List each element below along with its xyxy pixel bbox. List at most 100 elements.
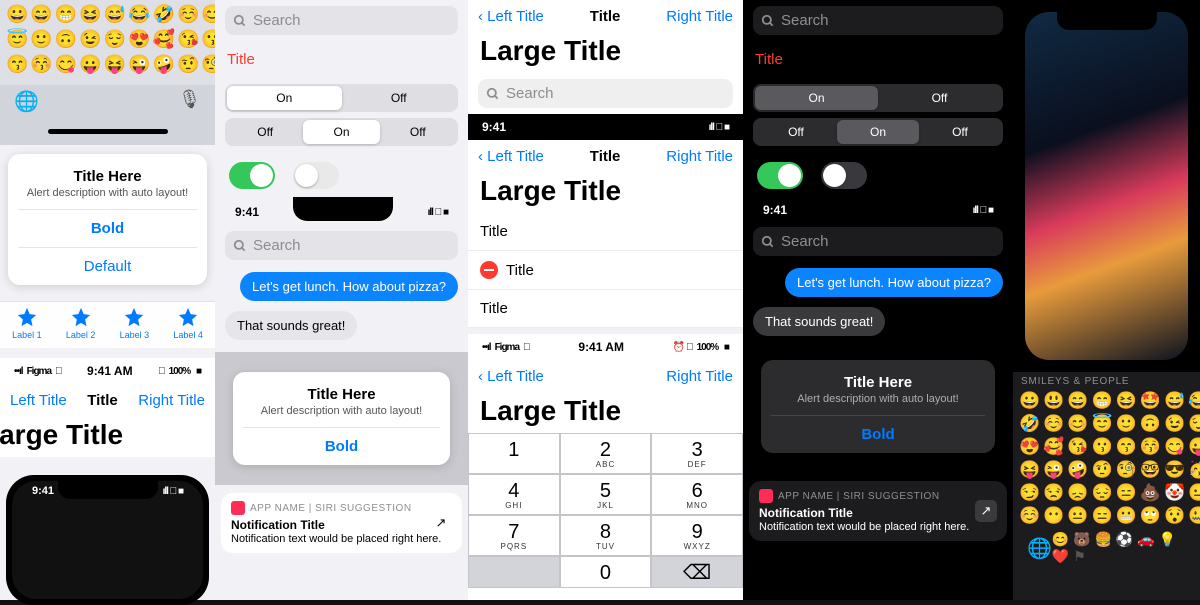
nav-left[interactable]: ‹ Left Title (478, 8, 544, 25)
emoji[interactable]: 🙄 (1140, 506, 1161, 526)
nav-right[interactable]: Right Title (138, 392, 205, 409)
emoji[interactable]: 🤨 (177, 54, 199, 75)
emoji[interactable]: 😜 (1043, 460, 1064, 480)
key-backspace[interactable]: ⌫ (651, 556, 743, 588)
emoji[interactable]: 🤣 (153, 4, 175, 25)
emoji[interactable]: 🙃 (55, 29, 77, 50)
alert-bold-button[interactable]: Bold (18, 209, 197, 247)
segment-on[interactable]: On (755, 86, 878, 110)
tab-4[interactable]: Label 4 (173, 306, 203, 340)
emoji[interactable]: 🤡 (1164, 483, 1185, 503)
emoji[interactable]: 😍 (128, 29, 150, 50)
alert-bold-button[interactable]: Bold (243, 427, 440, 465)
mic-icon[interactable]: 🎙︎ (178, 89, 201, 110)
message-outgoing-dark[interactable]: Let's get lunch. How about pizza? (785, 268, 1003, 297)
nav-left[interactable]: ‹ Left Title (478, 368, 544, 385)
emoji[interactable]: 😉 (79, 29, 101, 50)
emoji[interactable]: 😌 (1188, 414, 1200, 434)
toggle-on[interactable] (229, 162, 275, 189)
key-3[interactable]: 3DEF (651, 433, 743, 474)
search-field[interactable]: Search (225, 6, 458, 35)
emoji[interactable]: 😙 (6, 54, 28, 75)
segment-a[interactable]: Off (755, 120, 837, 144)
emoji[interactable]: 😚 (30, 54, 52, 75)
message-incoming-dark[interactable]: That sounds great! (753, 307, 885, 336)
emoji[interactable]: 😇 (1092, 414, 1113, 434)
segment-off[interactable]: Off (342, 86, 457, 110)
emoji[interactable]: 😙 (1116, 437, 1137, 457)
key-8[interactable]: 8TUV (560, 515, 652, 556)
key-4[interactable]: 4GHI (468, 474, 560, 515)
emoji[interactable]: 😊 (1067, 414, 1088, 434)
segment-off[interactable]: Off (878, 86, 1001, 110)
emoji[interactable]: 😚 (1140, 437, 1161, 457)
emoji[interactable]: 🤣 (1019, 414, 1040, 434)
notification-dark[interactable]: APP NAME | SIRI SUGGESTION Notification … (749, 481, 1007, 541)
emoji[interactable]: ☺️ (1043, 414, 1064, 434)
emoji[interactable]: 😐 (1067, 506, 1088, 526)
emoji[interactable]: 😬 (1116, 506, 1137, 526)
open-icon[interactable]: ↗ (430, 512, 452, 534)
emoji[interactable]: ☺️ (1019, 506, 1040, 526)
toggle-on[interactable] (757, 162, 803, 189)
segment-on[interactable]: On (227, 86, 342, 110)
emoji[interactable]: 😛 (79, 54, 101, 75)
emoji-grid-light[interactable]: 😀😄😁😆😅😂🤣☺️😊😇🙂🙃😉😌😍🥰😘😗😙😚😋😛😝😜🤪🤨🧐 (0, 0, 215, 85)
emoji[interactable]: 😐 (1188, 483, 1200, 503)
emoji[interactable]: 😂 (128, 4, 150, 25)
emoji[interactable]: 😆 (1116, 391, 1137, 411)
alert-bold-button[interactable]: Bold (771, 415, 985, 453)
key-6[interactable]: 6MNO (651, 474, 743, 515)
key-9[interactable]: 9WXYZ (651, 515, 743, 556)
emoji[interactable]: 😀 (1019, 391, 1040, 411)
segment-c[interactable]: Off (919, 120, 1001, 144)
key-5[interactable]: 5JKL (560, 474, 652, 515)
emoji[interactable]: 😶 (1043, 506, 1064, 526)
key-0[interactable]: 0 (560, 556, 652, 588)
emoji[interactable]: 🙂 (1116, 414, 1137, 434)
tab-2[interactable]: Label 2 (66, 306, 96, 340)
nav-left[interactable]: ‹ Left Title (478, 148, 544, 165)
category-icons[interactable]: 😊 🐻 🍔 ⚽ 🚗 💡 ❤️ ⚑ (1052, 531, 1186, 565)
segment-b[interactable]: On (303, 120, 379, 144)
emoji[interactable]: 🤪 (153, 54, 175, 75)
segmented-3-light[interactable]: Off On Off (225, 118, 458, 146)
emoji[interactable]: 😍 (1019, 437, 1040, 457)
key-7[interactable]: 7PQRS (468, 515, 560, 556)
search-field-3[interactable]: Search (478, 79, 733, 108)
emoji[interactable]: ☺️ (177, 4, 199, 25)
emoji[interactable]: 🥰 (153, 29, 175, 50)
emoji[interactable]: 🙂 (30, 29, 52, 50)
emoji[interactable]: 😀 (6, 4, 28, 25)
list-row-3[interactable]: Title (468, 290, 743, 328)
emoji[interactable]: 😛 (1188, 437, 1200, 457)
emoji[interactable]: 😁 (55, 4, 77, 25)
emoji[interactable]: 🤪 (1067, 460, 1088, 480)
emoji[interactable]: 😒 (1043, 483, 1064, 503)
home-indicator[interactable] (48, 129, 168, 134)
emoji[interactable]: 😅 (104, 4, 126, 25)
emoji[interactable]: 😋 (55, 54, 77, 75)
toggle-off[interactable] (293, 162, 339, 189)
toggle-off[interactable] (821, 162, 867, 189)
emoji[interactable]: 😔 (1092, 483, 1113, 503)
emoji[interactable]: 😏 (1019, 483, 1040, 503)
list-row-1[interactable]: Title (468, 213, 743, 251)
emoji[interactable]: 😂 (1188, 391, 1200, 411)
emoji[interactable]: 🤓 (1140, 460, 1161, 480)
delete-icon[interactable] (480, 261, 498, 279)
notification-light[interactable]: APP NAME | SIRI SUGGESTION Notification … (221, 493, 462, 553)
emoji[interactable]: 😉 (1164, 414, 1185, 434)
segment-c[interactable]: Off (380, 120, 456, 144)
emoji[interactable]: 😜 (128, 54, 150, 75)
search-field-dark[interactable]: Search (753, 6, 1003, 35)
emoji[interactable]: 😗 (1092, 437, 1113, 457)
emoji[interactable]: 😑 (1092, 506, 1113, 526)
emoji-grid-dark[interactable]: 😀😃😄😁😆🤩😅😂🤣☺️😊😇🙂🙃😉😌😍🥰😘😗😙😚😋😛😝😜🤪🤨🧐🤓😎🥳😏😒😞😔😑💩🤡… (1013, 387, 1200, 530)
emoji[interactable]: 😅 (1164, 391, 1185, 411)
emoji[interactable]: 😄 (1067, 391, 1088, 411)
segmented-2-dark[interactable]: On Off (753, 84, 1003, 112)
search-field-2[interactable]: Search (225, 231, 458, 260)
segment-b[interactable]: On (837, 120, 919, 144)
tab-1[interactable]: Label 1 (12, 306, 42, 340)
